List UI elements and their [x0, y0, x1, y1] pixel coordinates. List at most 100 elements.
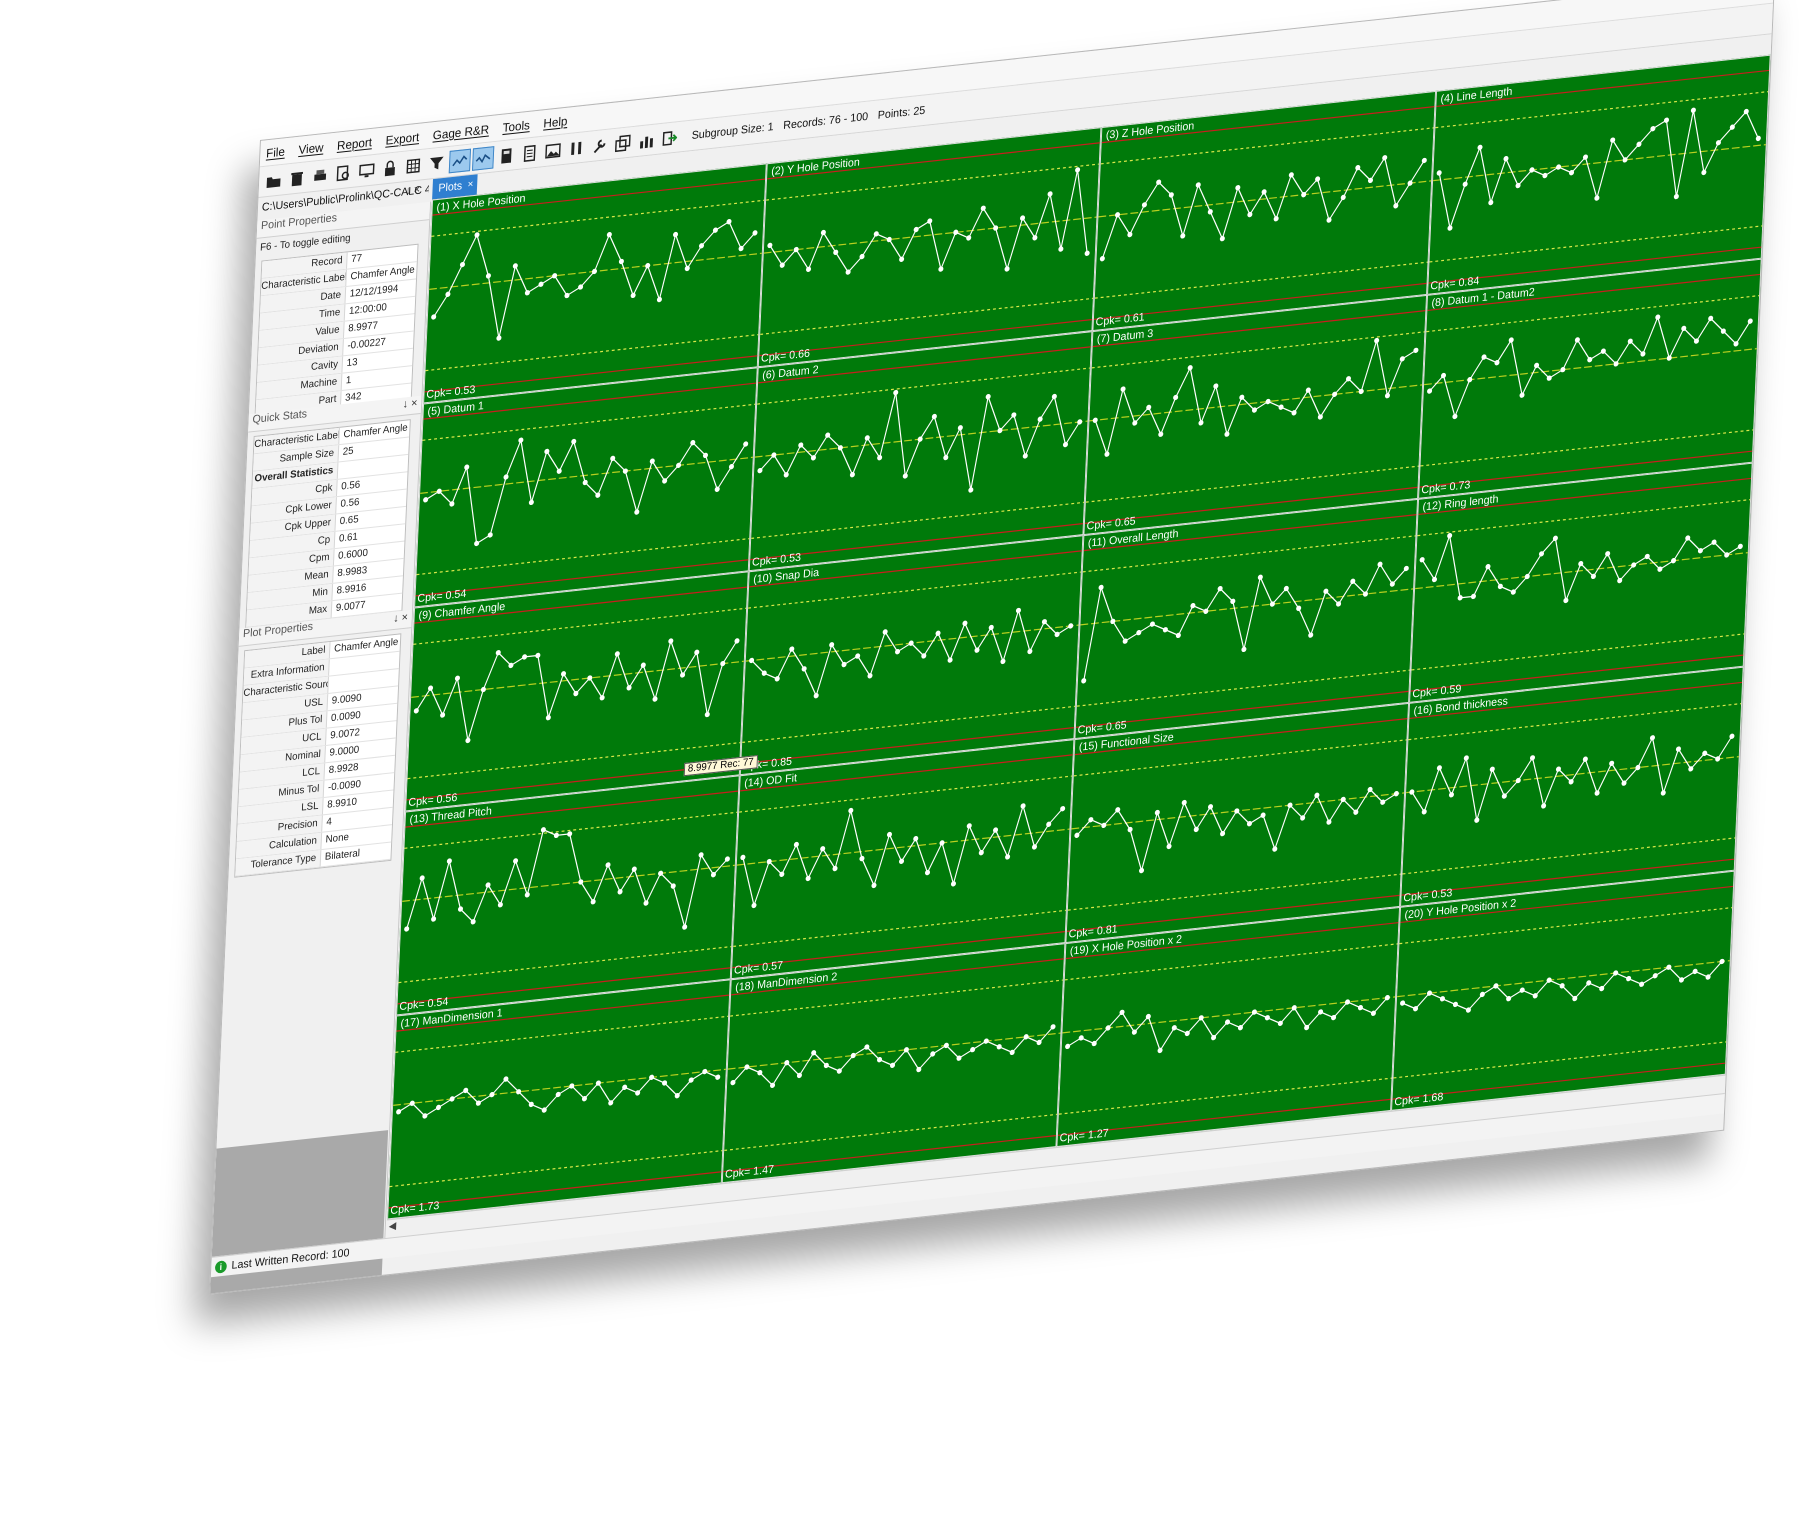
data-point[interactable] [567, 831, 573, 837]
data-point[interactable] [1058, 246, 1064, 252]
data-point[interactable] [1264, 1015, 1270, 1021]
data-point[interactable] [503, 474, 509, 480]
data-point[interactable] [724, 856, 730, 862]
menu-tools[interactable]: Tools [502, 117, 530, 134]
data-point[interactable] [1649, 735, 1655, 741]
menu-report[interactable]: Report [337, 134, 373, 152]
data-point[interactable] [635, 1090, 641, 1096]
data-point[interactable] [1092, 417, 1098, 423]
data-point[interactable] [917, 436, 923, 442]
data-point[interactable] [1393, 203, 1399, 209]
data-point[interactable] [793, 841, 799, 848]
data-point[interactable] [1023, 1034, 1029, 1040]
data-point[interactable] [1198, 420, 1204, 426]
data-point[interactable] [1278, 404, 1284, 410]
data-point[interactable] [1436, 765, 1442, 771]
data-point[interactable] [413, 708, 419, 714]
data-point[interactable] [1213, 383, 1219, 389]
data-point[interactable] [1755, 135, 1761, 142]
control-chart-plot[interactable]: (2) Y Hole Position Cpk= 0.66 [757, 127, 1102, 368]
data-point[interactable] [622, 1084, 628, 1090]
data-point[interactable] [1277, 1020, 1283, 1027]
control-chart-plot[interactable]: (5) Datum 1 Cpk= 0.54 [414, 367, 758, 608]
data-point[interactable] [1000, 658, 1006, 665]
data-point[interactable] [649, 1074, 655, 1081]
data-point[interactable] [1457, 595, 1463, 601]
data-point[interactable] [1050, 1024, 1056, 1030]
data-point[interactable] [1599, 985, 1605, 992]
data-point[interactable] [1569, 170, 1575, 176]
data-point[interactable] [512, 263, 518, 269]
data-point[interactable] [1515, 777, 1521, 784]
data-point[interactable] [571, 438, 577, 445]
data-point[interactable] [618, 258, 624, 265]
data-point[interactable] [1340, 194, 1346, 201]
data-point[interactable] [939, 840, 945, 846]
data-point[interactable] [1099, 255, 1105, 262]
data-point[interactable] [957, 425, 963, 431]
data-point[interactable] [752, 230, 758, 236]
data-point[interactable] [730, 1079, 736, 1086]
data-point[interactable] [1273, 216, 1279, 222]
data-point[interactable] [431, 916, 437, 922]
data-point[interactable] [1005, 854, 1011, 860]
data-point[interactable] [404, 926, 410, 932]
data-point[interactable] [446, 858, 452, 864]
data-point[interactable] [1532, 993, 1538, 999]
data-point[interactable] [1655, 314, 1661, 320]
windows-icon[interactable] [612, 130, 634, 155]
data-point[interactable] [1009, 1049, 1015, 1056]
data-point[interactable] [1224, 1019, 1231, 1025]
data-point[interactable] [1384, 995, 1390, 1001]
data-point[interactable] [714, 486, 720, 492]
data-point[interactable] [1494, 360, 1500, 366]
data-point[interactable] [396, 1109, 402, 1115]
data-point[interactable] [1715, 756, 1721, 762]
data-point[interactable] [1626, 975, 1632, 982]
data-point[interactable] [1272, 846, 1278, 852]
plot-properties-controls[interactable]: ↓ × [393, 611, 408, 625]
data-point[interactable] [553, 832, 559, 839]
data-point[interactable] [617, 889, 623, 895]
data-point[interactable] [1384, 392, 1390, 399]
data-point[interactable] [1481, 354, 1487, 360]
data-point[interactable] [886, 831, 892, 838]
data-point[interactable] [1315, 176, 1321, 182]
data-point[interactable] [1582, 154, 1588, 160]
lock-icon[interactable] [379, 156, 401, 181]
data-point[interactable] [485, 273, 491, 279]
data-point[interactable] [1180, 233, 1186, 239]
data-point[interactable] [1400, 1000, 1406, 1006]
data-point[interactable] [428, 685, 434, 691]
data-point[interactable] [1503, 156, 1509, 162]
data-point[interactable] [1452, 413, 1458, 420]
data-point[interactable] [606, 231, 612, 238]
data-point[interactable] [1260, 812, 1266, 818]
data-point[interactable] [1488, 199, 1494, 206]
print-preview-icon[interactable] [332, 161, 354, 186]
data-point[interactable] [1022, 453, 1028, 459]
data-point[interactable] [930, 1051, 936, 1057]
data-point[interactable] [1501, 793, 1507, 799]
data-point[interactable] [459, 261, 465, 268]
data-point[interactable] [1317, 414, 1323, 420]
data-point[interactable] [1524, 573, 1530, 580]
data-point[interactable] [774, 676, 780, 682]
data-point[interactable] [1393, 791, 1399, 797]
data-point[interactable] [1357, 1004, 1363, 1011]
data-point[interactable] [449, 1096, 455, 1102]
data-point[interactable] [1743, 108, 1749, 115]
data-point[interactable] [1075, 167, 1081, 173]
data-point[interactable] [1542, 172, 1548, 179]
data-point[interactable] [688, 1077, 694, 1083]
data-point[interactable] [435, 1104, 442, 1111]
data-point[interactable] [496, 335, 502, 341]
calculator-icon[interactable] [495, 143, 517, 168]
data-point[interactable] [1146, 404, 1152, 411]
data-point[interactable] [1452, 1001, 1458, 1008]
data-point[interactable] [968, 487, 974, 493]
data-point[interactable] [1120, 386, 1126, 392]
data-point[interactable] [535, 652, 541, 659]
data-point[interactable] [720, 660, 726, 667]
data-point[interactable] [1145, 1013, 1151, 1020]
